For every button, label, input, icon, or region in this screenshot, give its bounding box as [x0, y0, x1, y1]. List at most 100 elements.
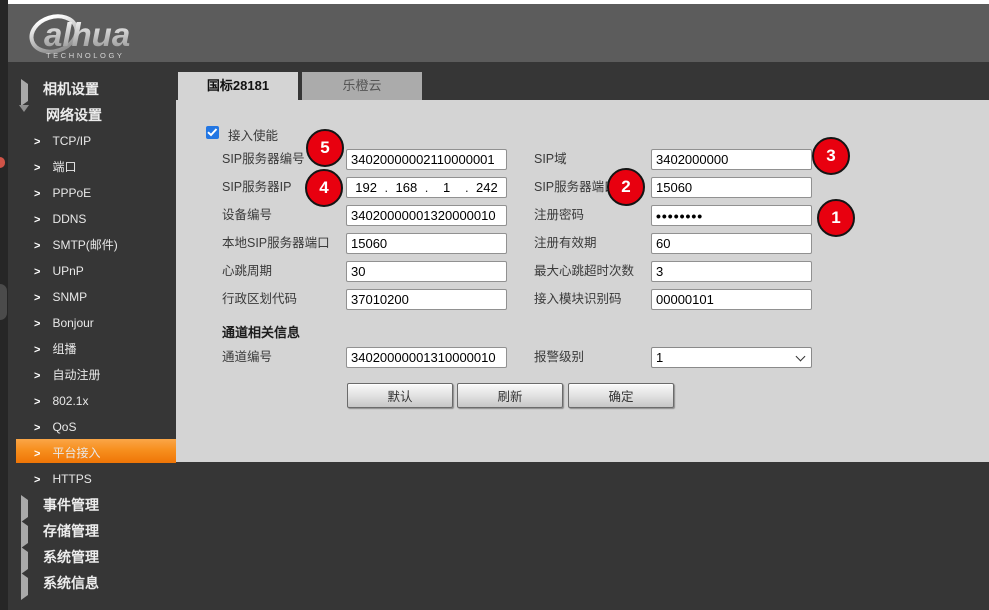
- sidebar-item-network-settings[interactable]: 网络设置: [8, 100, 176, 126]
- sidebar-item-label: SNMP: [52, 290, 87, 304]
- field-input-sip-domain[interactable]: [651, 149, 812, 170]
- sidebar-item-event-management[interactable]: 事件管理: [8, 490, 176, 516]
- sidebar-group-label: 系统管理: [43, 549, 99, 565]
- field-input-device-id[interactable]: [346, 205, 507, 226]
- sidebar-item-label: QoS: [52, 420, 76, 434]
- sidebar-item-smtp[interactable]: > SMTP(邮件): [8, 230, 176, 256]
- sidebar-item-https[interactable]: > HTTPS: [8, 464, 176, 490]
- field-input-access-module-code[interactable]: [651, 289, 812, 310]
- sidebar-item-port[interactable]: > 端口: [8, 152, 176, 178]
- enable-access-checkbox[interactable]: [206, 126, 219, 139]
- sidebar-item-snmp[interactable]: > SNMP: [8, 282, 176, 308]
- check-icon: [207, 128, 218, 137]
- sidebar-item-auto-register[interactable]: > 自动注册: [8, 360, 176, 386]
- sidebar-item-label: SMTP(邮件): [52, 238, 117, 252]
- sidebar-item-system-info[interactable]: 系统信息: [8, 568, 176, 594]
- triangle-right-icon: [21, 573, 28, 600]
- field-label-heartbeat-cycle: 心跳周期: [222, 261, 272, 282]
- chevron-right-icon: >: [34, 292, 40, 304]
- chevron-right-icon: >: [34, 474, 40, 486]
- sidebar-item-storage-management[interactable]: 存储管理: [8, 516, 176, 542]
- chevron-right-icon: >: [34, 162, 40, 174]
- ip-segment[interactable]: 242: [470, 180, 504, 195]
- annotation-circle-5: 5: [306, 129, 344, 167]
- field-input-max-heartbeat-timeout[interactable]: [651, 261, 812, 282]
- refresh-button[interactable]: 刷新: [457, 383, 563, 408]
- field-input-register-valid[interactable]: [651, 233, 812, 254]
- sidebar-item-label: HTTPS: [52, 472, 91, 486]
- sidebar-item-tcpip[interactable]: > TCP/IP: [8, 126, 176, 152]
- field-input-heartbeat-cycle[interactable]: [346, 261, 507, 282]
- header-bar: alhua TECHNOLOGY: [8, 4, 989, 62]
- sidebar-group-label: 网络设置: [46, 107, 102, 123]
- field-input-sip-server-port[interactable]: [651, 177, 812, 198]
- select-value: 1: [656, 350, 663, 365]
- field-select-alarm-level[interactable]: 1: [651, 347, 812, 368]
- field-input-sip-server-ip[interactable]: 192.168.1.242: [346, 177, 507, 198]
- channel-section-title: 通道相关信息: [222, 322, 300, 341]
- chevron-right-icon: >: [34, 396, 40, 408]
- field-label-admin-region-code: 行政区划代码: [222, 289, 297, 310]
- sidebar-group-label: 相机设置: [43, 81, 99, 97]
- ip-segment[interactable]: 168: [389, 180, 423, 195]
- field-label-local-sip-port: 本地SIP服务器端口: [222, 233, 330, 254]
- chevron-right-icon: >: [34, 214, 40, 226]
- ip-segment[interactable]: 192: [349, 180, 383, 195]
- sidebar-group-label: 存储管理: [43, 523, 99, 539]
- sidebar-item-label: Bonjour: [52, 316, 93, 330]
- sidebar-item-platform-access[interactable]: > 平台接入: [8, 438, 176, 464]
- tab-lechengyun[interactable]: 乐橙云: [302, 72, 422, 100]
- annotation-circle-2: 2: [607, 168, 645, 206]
- logo-subtext: TECHNOLOGY: [46, 51, 125, 60]
- sidebar-nav: 相机设置网络设置>TCP/IP>端口>PPPoE>DDNS>SMTP(邮件)>U…: [8, 62, 176, 610]
- field-label-max-heartbeat-timeout: 最大心跳超时次数: [534, 261, 634, 282]
- chevron-right-icon: >: [34, 136, 40, 148]
- field-input-sip-server-id[interactable]: [346, 149, 507, 170]
- default-button[interactable]: 默认: [347, 383, 453, 408]
- sidebar-item-label: UPnP: [52, 264, 83, 278]
- field-label-alarm-level: 报警级别: [534, 347, 584, 368]
- chevron-right-icon: >: [34, 448, 40, 460]
- logo-wordmark: alhua: [44, 16, 130, 53]
- field-label-sip-domain: SIP域: [534, 149, 567, 170]
- sidebar-item-camera-settings[interactable]: 相机设置: [8, 74, 176, 100]
- annotation-circle-1: 1: [817, 199, 855, 237]
- enable-access-label: 接入使能: [228, 125, 278, 144]
- chevron-right-icon: >: [34, 240, 40, 252]
- annotation-circle-3: 3: [812, 137, 850, 175]
- sidebar-item-label: 802.1x: [52, 394, 88, 408]
- sidebar-item-qos[interactable]: > QoS: [8, 412, 176, 438]
- field-input-admin-region-code[interactable]: [346, 289, 507, 310]
- chevron-right-icon: >: [34, 370, 40, 382]
- sidebar-item-pppoe[interactable]: >PPPoE: [8, 178, 176, 204]
- sidebar-item-ddns[interactable]: >DDNS: [8, 204, 176, 230]
- sidebar-item-multicast[interactable]: > 组播: [8, 334, 176, 360]
- sidebar-item-label: 自动注册: [52, 368, 100, 382]
- annotation-circle-4: 4: [305, 169, 343, 207]
- field-label-channel-id: 通道编号: [222, 347, 272, 368]
- sidebar-item-8021x[interactable]: >802.1x: [8, 386, 176, 412]
- chevron-right-icon: >: [34, 422, 40, 434]
- field-label-sip-server-port: SIP服务器端口: [534, 177, 617, 198]
- field-label-device-id: 设备编号: [222, 205, 272, 226]
- sidebar-item-system-management[interactable]: 系统管理: [8, 542, 176, 568]
- chevron-right-icon: >: [34, 188, 40, 200]
- sidebar-item-label: TCP/IP: [52, 134, 91, 148]
- field-label-access-module-code: 接入模块识别码: [534, 289, 622, 310]
- edge-gray-handle[interactable]: [0, 284, 7, 320]
- sidebar-item-bonjour[interactable]: >Bonjour: [8, 308, 176, 334]
- field-input-local-sip-port[interactable]: [346, 233, 507, 254]
- sidebar-item-upnp[interactable]: >UPnP: [8, 256, 176, 282]
- field-label-register-password: 注册密码: [534, 205, 584, 226]
- field-input-channel-id[interactable]: [346, 347, 507, 368]
- confirm-button[interactable]: 确定: [568, 383, 674, 408]
- tab-gb28181[interactable]: 国标28181: [178, 72, 298, 100]
- ip-segment[interactable]: 1: [430, 180, 464, 195]
- field-input-register-password[interactable]: [651, 205, 812, 226]
- chevron-down-icon: [796, 352, 806, 362]
- sidebar-item-label: 平台接入: [52, 446, 100, 460]
- field-label-sip-server-ip: SIP服务器IP: [222, 177, 291, 198]
- sidebar-item-label: 端口: [52, 160, 76, 174]
- chevron-right-icon: >: [34, 344, 40, 356]
- sidebar-item-label: 组播: [52, 342, 76, 356]
